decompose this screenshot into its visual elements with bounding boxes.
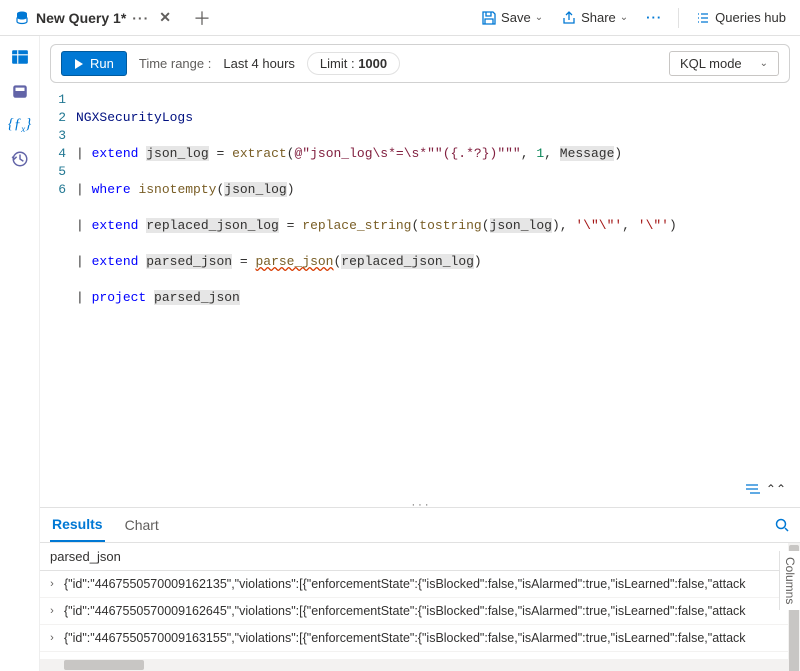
expand-icon[interactable]: › — [40, 605, 64, 617]
line-gutter: 1 2 3 4 5 6 — [40, 91, 76, 343]
queries-hub-button[interactable]: Queries hub — [689, 6, 792, 30]
query-tab[interactable]: New Query 1* ··· ✕ — [8, 5, 181, 30]
horizontal-scrollbar[interactable] — [40, 659, 788, 671]
search-icon[interactable] — [774, 517, 790, 533]
fx-icon[interactable]: {ƒx} — [8, 116, 32, 134]
editor-resize-controls[interactable]: ⌃⌃ — [40, 479, 800, 499]
expand-icon[interactable]: › — [40, 632, 64, 644]
tab-bar: New Query 1* ··· ✕ ＋ Save ⌄ Share ⌄ ··· … — [0, 0, 800, 36]
limit-pill[interactable]: Limit : 1000 — [307, 52, 400, 75]
mode-label: KQL mode — [680, 56, 742, 71]
tab-chart[interactable]: Chart — [123, 509, 161, 541]
cell-parsed-json: {"id":"4467550570009162135","violations"… — [64, 577, 746, 591]
timerange-label: Time range : — [139, 56, 212, 71]
left-rail: {ƒx} — [0, 36, 40, 671]
tab-title: New Query 1* — [36, 10, 126, 26]
divider — [678, 8, 679, 28]
columns-panel-toggle[interactable]: Columns — [779, 551, 800, 610]
code-body[interactable]: NGXSecurityLogs | extend json_log = extr… — [76, 91, 800, 343]
package-icon[interactable] — [11, 82, 29, 100]
database-icon — [14, 10, 30, 26]
run-label: Run — [90, 56, 114, 71]
expand-icon[interactable]: › — [40, 578, 64, 590]
save-icon — [481, 10, 497, 26]
chevron-down-icon: ⌄ — [620, 12, 628, 23]
share-icon — [561, 10, 577, 26]
cell-parsed-json: {"id":"4467550570009163155","violations"… — [64, 631, 746, 645]
share-button[interactable]: Share ⌄ — [555, 6, 634, 30]
save-label: Save — [501, 10, 531, 25]
cell-parsed-json: {"id":"4467550570009162645","violations"… — [64, 604, 746, 618]
tab-more-icon[interactable]: ··· — [132, 10, 149, 26]
chevron-down-icon: ⌄ — [760, 58, 768, 69]
column-header[interactable]: parsed_json — [40, 543, 788, 571]
resize-handle[interactable]: · · · — [40, 499, 800, 507]
run-button[interactable]: Run — [61, 51, 127, 76]
justify-icon — [744, 483, 760, 495]
grid-body: ›{"id":"4467550570009162135","violations… — [40, 571, 788, 659]
table-row[interactable]: ›{"id":"4467550570009162645","violations… — [40, 598, 788, 625]
table-icon[interactable] — [11, 48, 29, 66]
results-grid: parsed_json ›{"id":"4467550570009162135"… — [40, 543, 788, 671]
table-row[interactable]: ›{"id":"4467550570009162135","violations… — [40, 571, 788, 598]
results-tabs: Results Chart — [40, 507, 800, 543]
timerange-value[interactable]: Last 4 hours — [223, 56, 295, 71]
play-icon — [74, 59, 84, 69]
save-button[interactable]: Save ⌄ — [475, 6, 549, 30]
mode-select[interactable]: KQL mode ⌄ — [669, 51, 779, 76]
chevron-down-icon: ⌄ — [535, 12, 543, 23]
more-actions-button[interactable]: ··· — [640, 6, 668, 29]
list-icon — [695, 10, 711, 26]
code-editor[interactable]: 1 2 3 4 5 6 NGXSecurityLogs | extend jso… — [40, 83, 800, 351]
limit-label: Limit : — [320, 56, 355, 71]
query-toolbar: Run Time range : Last 4 hours Limit : 10… — [50, 44, 790, 83]
queries-hub-label: Queries hub — [715, 10, 786, 25]
collapse-up-icon[interactable]: ⌃⌃ — [766, 482, 786, 496]
history-icon[interactable] — [11, 150, 29, 168]
close-icon[interactable]: ✕ — [155, 9, 175, 26]
limit-value: 1000 — [358, 56, 387, 71]
share-label: Share — [581, 10, 616, 25]
table-row[interactable]: ›{"id":"4467550570009163155","violations… — [40, 625, 788, 652]
add-tab-button[interactable]: ＋ — [187, 5, 217, 31]
tab-results[interactable]: Results — [50, 508, 105, 542]
table-row[interactable]: ›{"id":"4467550570009163665","violations… — [40, 652, 788, 659]
